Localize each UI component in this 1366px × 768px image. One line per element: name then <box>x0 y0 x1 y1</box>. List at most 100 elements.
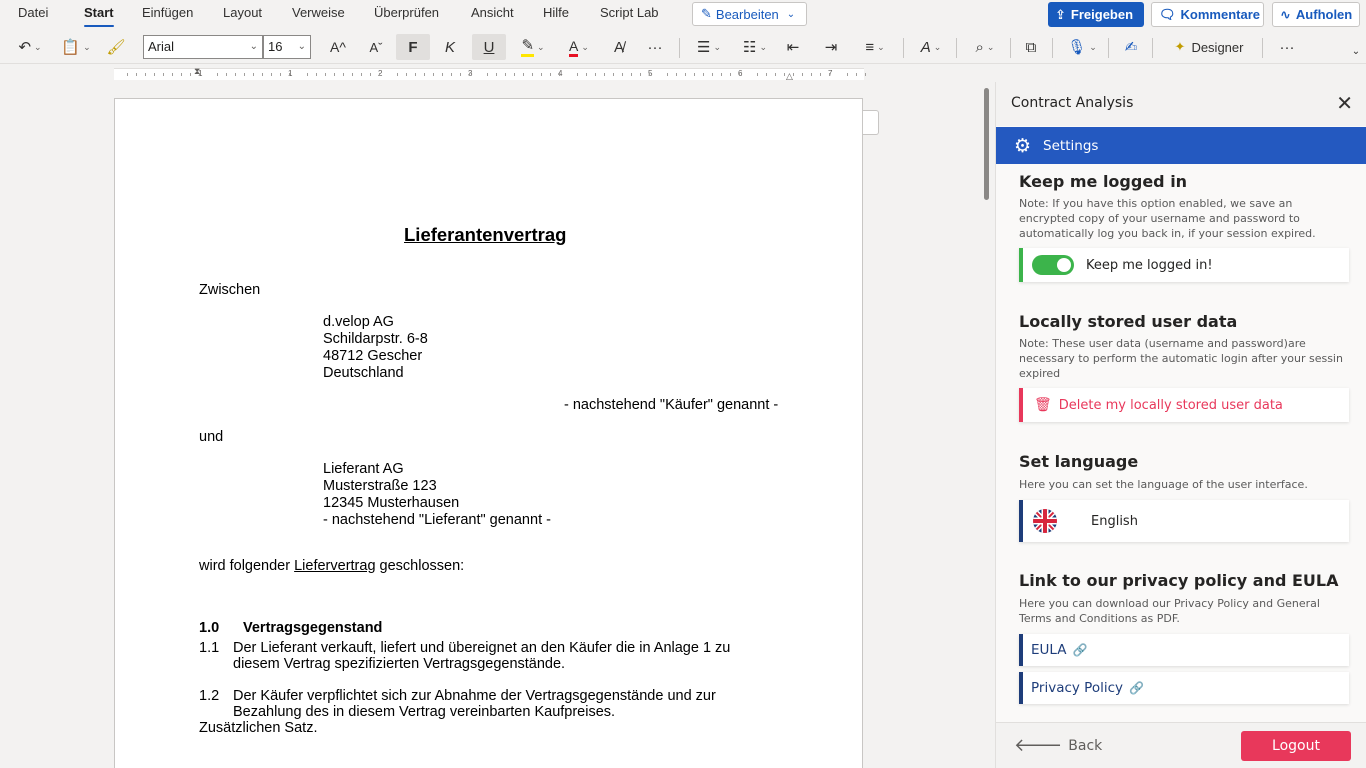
underline-button[interactable]: U <box>472 34 506 60</box>
supplier-city: 12345 Musterhausen <box>323 495 460 511</box>
comments-button[interactable]: 🗨 Kommentare <box>1151 2 1264 27</box>
catch-up-button[interactable]: ∿ Aufholen <box>1272 2 1360 27</box>
buyer-name: d.velop AG <box>323 314 394 330</box>
chevron-down-icon: ⌄ <box>537 41 545 52</box>
font-name-select[interactable]: Arial ⌄ <box>143 35 263 59</box>
eula-link[interactable]: EULA 🔗 <box>1019 634 1349 666</box>
paste-button[interactable]: 📋 ⌄ <box>58 34 94 60</box>
ruler-tick <box>667 73 668 76</box>
clear-formatting-button[interactable]: A̸ <box>606 34 632 60</box>
tab-ueberpruefen[interactable]: Überprüfen <box>374 5 439 27</box>
local-data-title: Locally stored user data <box>1019 312 1238 331</box>
more-font-options-button[interactable]: ··· <box>640 34 670 60</box>
font-size-select[interactable]: 16 ⌄ <box>263 35 311 59</box>
privacy-policy-link[interactable]: Privacy Policy 🔗 <box>1019 672 1349 704</box>
tab-einfuegen[interactable]: Einfügen <box>142 5 193 27</box>
italic-button[interactable]: K <box>434 34 466 60</box>
trash-icon: 🗑 <box>1034 397 1052 413</box>
keep-logged-in-toggle[interactable] <box>1032 255 1074 275</box>
language-selector[interactable]: English <box>1019 500 1349 542</box>
indent-icon: ⇥ <box>824 39 838 56</box>
undo-button[interactable]: ↶ ⌄ <box>12 34 48 60</box>
document-page[interactable]: Lieferantenvertrag Zwischen d.velop AG S… <box>114 98 863 768</box>
ruler-tick <box>739 73 740 76</box>
logout-button[interactable]: Logout <box>1241 731 1351 761</box>
ruler-tick <box>550 73 551 76</box>
tab-layout[interactable]: Layout <box>223 5 262 27</box>
chevron-down-icon: ⌄ <box>986 41 995 52</box>
ruler-tick <box>649 73 650 76</box>
privacy-link-content: Privacy Policy 🔗 <box>1023 680 1144 696</box>
ruler-tick <box>784 73 785 76</box>
decrease-indent-button[interactable]: ⇤ <box>780 34 806 60</box>
close-icon[interactable]: ✕ <box>1336 92 1353 114</box>
ruler-tick <box>226 73 227 76</box>
share-button[interactable]: ⇪ Freigeben <box>1048 2 1144 27</box>
ruler-tick <box>703 73 704 76</box>
clause-1-2-line1: Der Käufer verpflichtet sich zur Abnahme… <box>233 688 716 704</box>
numbering-button[interactable]: ☷ ⌄ <box>736 34 774 60</box>
ruler-tick <box>604 73 605 76</box>
ruler-tick <box>154 73 155 76</box>
ruler-tick <box>766 73 767 76</box>
tab-start[interactable]: Start <box>84 5 114 27</box>
ribbon-collapse-icon[interactable]: ⌄ <box>1348 44 1364 58</box>
tab-ansicht[interactable]: Ansicht <box>471 5 514 27</box>
clause-1-1-line1: Der Lieferant verkauft, liefert und über… <box>233 640 731 656</box>
keep-logged-in-title: Keep me logged in <box>1019 172 1188 191</box>
tab-script-lab[interactable]: Script Lab <box>600 5 659 27</box>
ruler-tick <box>721 73 722 76</box>
format-painter-button[interactable]: 🖌 <box>104 34 128 60</box>
editor-pen-icon: ✍ <box>1124 39 1138 56</box>
ruler-tick <box>856 73 857 76</box>
bullets-button[interactable]: ☰ ⌄ <box>690 34 728 60</box>
horizontal-ruler[interactable]: 1 1 2 3 4 5 6 7 ⧗ △ <box>114 66 866 82</box>
paintbrush-icon: 🖌 <box>106 39 126 56</box>
undo-icon: ↶ <box>18 39 32 56</box>
eula-label: EULA <box>1031 642 1067 658</box>
tab-hilfe[interactable]: Hilfe <box>543 5 569 27</box>
chevron-down-icon: ⌄ <box>581 41 589 52</box>
ruler-tick <box>793 73 794 76</box>
shrink-font-button[interactable]: Aˇ <box>362 34 390 60</box>
back-button[interactable]: 🡐 Back <box>1014 735 1102 756</box>
ruler-tick <box>217 73 218 76</box>
bold-button[interactable]: F <box>396 34 430 60</box>
ruler-tick <box>451 73 452 76</box>
document-scrollbar-thumb[interactable] <box>984 88 989 200</box>
find-button[interactable]: ⌕ ⌄ <box>966 34 1004 60</box>
page-side-tab <box>863 110 879 135</box>
designer-button[interactable]: ✦ Designer <box>1164 34 1254 60</box>
immersive-reader-button[interactable]: ⧉ <box>1018 34 1044 60</box>
ruler-tick <box>280 73 281 76</box>
dictate-button[interactable]: 🎙 ⌄ <box>1062 34 1102 60</box>
buyer-street: Schildarpstr. 6-8 <box>323 331 428 347</box>
ruler-tick <box>190 73 191 76</box>
more-options-button[interactable]: ··· <box>1272 34 1302 60</box>
doc-and: und <box>199 429 224 445</box>
grow-font-button[interactable]: A^ <box>324 34 352 60</box>
right-indent-marker-icon[interactable]: △ <box>786 71 793 82</box>
ruler-tick <box>595 73 596 76</box>
pencil-icon: ✎ <box>701 6 712 21</box>
increase-indent-button[interactable]: ⇥ <box>818 34 844 60</box>
ruler-tick <box>577 73 578 76</box>
tab-datei[interactable]: Datei <box>18 5 48 27</box>
highlight-button[interactable]: ✎ ⌄ <box>514 34 552 60</box>
pane-header: Contract Analysis ✕ <box>996 82 1366 126</box>
delete-user-data-button[interactable]: 🗑 Delete my locally stored user data <box>1019 388 1349 422</box>
ribbon-tab-bar: Datei Start Einfügen Layout Verweise Übe… <box>0 0 1366 30</box>
tab-verweise[interactable]: Verweise <box>292 5 345 27</box>
outdent-icon: ⇤ <box>786 39 800 56</box>
language-value: English <box>1091 513 1138 529</box>
font-color-button[interactable]: A ⌄ <box>560 34 598 60</box>
chevron-down-icon: ⌄ <box>877 41 885 52</box>
chevron-down-icon: ⌄ <box>34 41 42 52</box>
font-size-value: 16 <box>268 39 283 54</box>
ruler-tick <box>685 73 686 76</box>
styles-button[interactable]: A ⌄ <box>912 34 950 60</box>
eula-link-content: EULA 🔗 <box>1023 642 1087 658</box>
editor-button[interactable]: ✍ <box>1118 34 1144 60</box>
align-button[interactable]: ≡ ⌄ <box>856 34 894 60</box>
edit-mode-dropdown[interactable]: ✎ Bearbeiten ⌄ <box>692 2 807 26</box>
